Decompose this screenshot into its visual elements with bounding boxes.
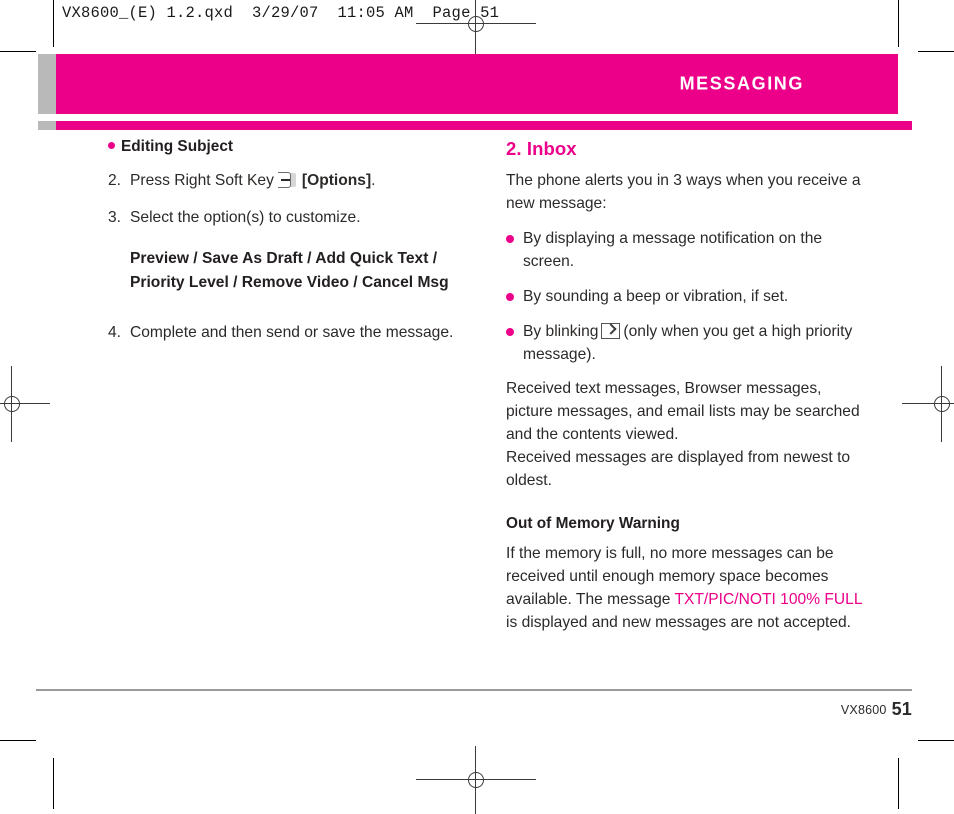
step-2-text: Press Right Soft Key [Options]. [130,170,460,193]
crop-mark-top-right-vertical [898,0,899,47]
footer-rule [36,689,912,691]
received-messages-paragraph-2: Received messages are displayed from new… [506,449,851,490]
alert-bullet-3-text: By blinking (only when you get a high pri… [523,321,864,367]
step-2-number: 2. [108,172,122,189]
options-list-line-1: Preview / Save As Draft / Add Quick Text… [130,250,438,268]
page-header-band: MESSAGING [56,54,898,114]
step-4-number: 4. [108,323,122,341]
crop-mark-top-right-horizontal [918,51,954,52]
crop-mark-bottom-left-vertical [53,758,54,809]
step-3-number: 3. [108,208,122,226]
footer-page-number: 51 [891,699,912,719]
registration-mark-bottom-icon [416,746,536,814]
right-soft-key-icon [277,172,298,188]
alert-bullet-3: By blinking (only when you get a high pri… [506,321,864,367]
out-of-memory-paragraph: If the memory is full, no more messages … [506,543,864,635]
step-2-options-label: [Options] [301,172,372,189]
step-3-text: Select the option(s) to customize. [130,208,361,226]
out-of-memory-heading: Out of Memory Warning [506,515,680,533]
step-3: 3. Select the option(s) to customize. [108,207,460,230]
step-2: 2. Press Right Soft Key [Options]. [108,170,460,193]
footer-model: VX8600 [840,703,887,717]
step-2-text-before: Press Right Soft Key [130,172,274,189]
header-side-tab [38,54,56,114]
left-column: Editing Subject 2. Press Right Soft Key [… [108,138,460,358]
alert-bullet-2-text: By sounding a beep or vibration, if set. [523,287,789,305]
alert-bullet-2: By sounding a beep or vibration, if set. [506,286,864,309]
crop-mark-bottom-left-horizontal [0,740,36,741]
bullet-dot-icon [506,327,514,336]
alert-bullet-1-text: By displaying a message notification on … [523,229,823,270]
crop-mark-bottom-right-horizontal [918,740,954,741]
crop-mark-top-left-horizontal [0,51,36,52]
prepress-header-line: VX8600_(E) 1.2.qxd 3/29/07 11:05 AM Page… [62,4,500,22]
alert-bullet-1: By displaying a message notification on … [506,228,864,274]
received-messages-paragraph-1: Received text messages, Browser messages… [506,380,860,444]
options-list-line-2: Priority Level / Remove Video / Cancel M… [130,274,449,292]
options-list: Preview / Save As Draft / Add Quick Text… [130,247,460,295]
page-title: MESSAGING [679,73,804,94]
bullet-dot-icon [108,142,115,149]
step-4-text: Complete and then send or save the messa… [130,323,454,341]
registration-mark-left-icon [0,366,50,442]
inbox-intro-paragraph: The phone alerts you in 3 ways when you … [506,172,861,212]
alert-bullet-3-text-before: By blinking [523,322,599,340]
crop-mark-bottom-right-vertical [898,758,899,809]
out-of-memory-text-2: is displayed and new messages are not ac… [506,613,852,631]
header-rule-side-tab [38,121,56,130]
editing-subject-heading: Editing Subject [108,138,460,156]
header-accent-rule [56,121,912,130]
step-4: 4. Complete and then send or save the me… [108,322,460,345]
footer: VX8600 51 [841,699,912,720]
bullet-dot-icon [506,234,514,243]
envelope-icon [601,322,621,339]
registration-mark-top-icon [416,0,536,58]
editing-subject-heading-label: Editing Subject [121,138,234,155]
section-title-inbox: 2. Inbox [506,138,577,159]
bullet-dot-icon [506,292,514,301]
step-2-text-after: . [371,172,376,189]
registration-mark-right-icon [902,366,954,442]
memory-full-message-code: TXT/PIC/NOTI 100% FULL [674,590,862,608]
crop-mark-top-left-vertical [53,0,54,47]
right-column: 2. Inbox The phone alerts you in 3 ways … [506,138,864,647]
